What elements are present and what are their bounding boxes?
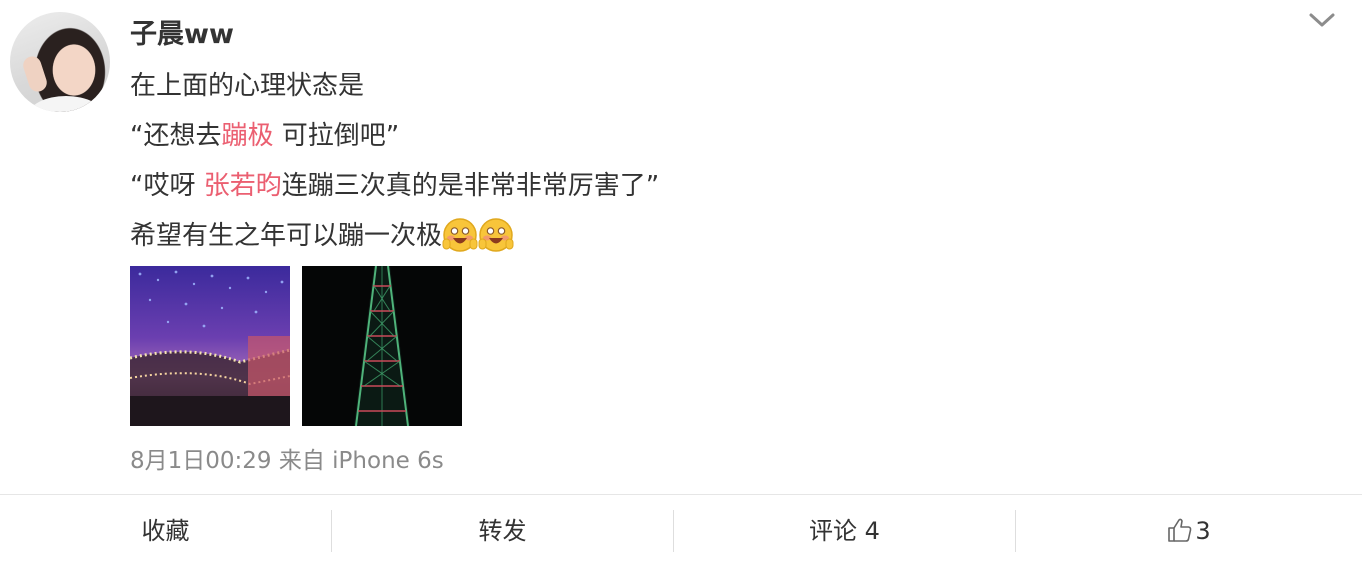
comment-button[interactable]: 评论 4 xyxy=(674,497,1015,568)
favorite-button[interactable]: 收藏 xyxy=(0,497,341,568)
post-line-text: 可拉倒吧” xyxy=(273,121,400,151)
post-line: 希望有生之年可以蹦一次极 xyxy=(130,211,659,261)
repost-label: 转发 xyxy=(478,517,527,545)
post-line-text: 希望有生之年可以蹦一次极 xyxy=(130,221,443,251)
mention-link[interactable]: 张若昀 xyxy=(204,171,282,201)
post-text: 在上面的心理状态是 “还想去蹦极 可拉倒吧” “哎呀 张若昀连蹦三次真的是非常非… xyxy=(130,61,659,261)
thumbs-up-icon xyxy=(1168,518,1192,542)
avatar[interactable] xyxy=(10,12,110,112)
post-line-text: “哎呀 xyxy=(130,171,204,201)
like-count: 3 xyxy=(1195,517,1211,545)
username[interactable]: 子晨ww xyxy=(130,12,234,51)
favorite-label: 收藏 xyxy=(141,517,190,545)
shy-grin-emoji-icon xyxy=(442,217,478,252)
post-line-text: 连蹦三次真的是非常非常厉害了” xyxy=(281,171,660,201)
avatar-shoulder xyxy=(28,96,104,112)
comment-label: 评论 4 xyxy=(809,517,880,545)
shy-grin-emoji-icon xyxy=(478,217,514,252)
chevron-down-icon[interactable] xyxy=(1307,6,1337,34)
post-line-text: “还想去 xyxy=(130,121,222,151)
night-lights-photo[interactable] xyxy=(130,266,290,426)
post-line: “哎呀 张若昀连蹦三次真的是非常非常厉害了” xyxy=(130,161,659,211)
avatar-hand-gesture xyxy=(20,54,50,94)
night-tower-photo[interactable] xyxy=(302,266,462,426)
topic-link[interactable]: 蹦极 xyxy=(221,121,273,151)
post-meta: 8月1日00:29 来自 iPhone 6s xyxy=(130,448,444,474)
post-line: 在上面的心理状态是 xyxy=(130,61,659,111)
divider xyxy=(0,494,1362,495)
repost-button[interactable]: 转发 xyxy=(332,497,673,568)
like-button[interactable]: 3 xyxy=(1016,497,1362,568)
post-line-text: 在上面的心理状态是 xyxy=(130,71,365,101)
post-line: “还想去蹦极 可拉倒吧” xyxy=(130,111,659,161)
